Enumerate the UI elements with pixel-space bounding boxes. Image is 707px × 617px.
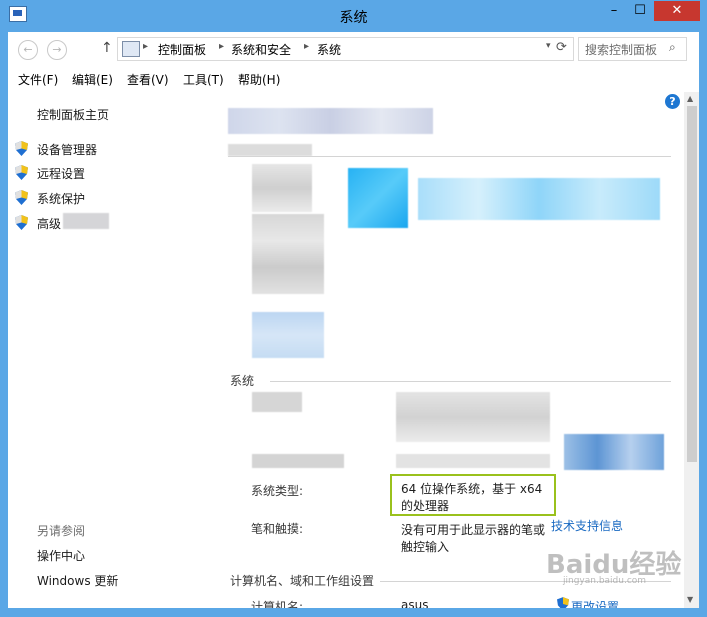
help-icon[interactable]: ? [665, 94, 680, 109]
close-button[interactable]: ✕ [654, 1, 700, 21]
redacted-block [252, 214, 324, 294]
forward-button[interactable]: → [47, 40, 67, 60]
see-also-header: 另请参阅 [37, 524, 86, 538]
search-input[interactable]: 搜索控制面板 ⌕ [578, 37, 687, 61]
redacted-block [252, 392, 302, 412]
menu-bar: 文件(F) 编辑(E) 查看(V) 工具(T) 帮助(H) [8, 66, 699, 93]
scroll-up-arrow[interactable]: ▲ [687, 94, 693, 103]
menu-edit[interactable]: 编辑(E) [72, 71, 113, 88]
windows-logo-redacted [348, 168, 408, 228]
content-area: ? 控制面板主页 设备管理器 远程设置 系统保护 高级 另请参阅 操作中心 Wi… [8, 92, 699, 608]
control-panel-home-link[interactable]: 控制面板主页 [37, 106, 109, 123]
crumb-separator: ▸ [304, 41, 310, 52]
sidebar-item-remote-settings[interactable]: 远程设置 [37, 165, 85, 182]
redacted-block [396, 454, 550, 468]
sidebar-item-advanced[interactable]: 高级 [37, 215, 61, 232]
sidebar-item-device-manager[interactable]: 设备管理器 [37, 141, 97, 158]
system-window: 系统 – ☐ ✕ ← → ↑ ▸ 控制面板 ▸ 系统和安全 ▸ 系统 ▾ ⟳ 搜… [0, 0, 707, 617]
shield-icon [15, 165, 28, 180]
divider [270, 381, 671, 382]
address-field[interactable]: ▸ 控制面板 ▸ 系统和安全 ▸ 系统 ▾ ⟳ [117, 37, 574, 61]
pen-touch-value-line2: 触控输入 [401, 540, 450, 554]
maximize-button[interactable]: ☐ [627, 1, 653, 21]
redacted-block [63, 213, 109, 229]
search-icon[interactable]: ⌕ [669, 40, 676, 55]
change-settings-link[interactable]: 更改设置 [571, 598, 619, 608]
menu-tools[interactable]: 工具(T) [183, 71, 224, 88]
computer-name-label: 计算机名: [251, 600, 304, 608]
up-button[interactable]: ↑ [101, 40, 113, 56]
refresh-button[interactable]: ⟳ [556, 40, 567, 55]
vertical-scrollbar[interactable]: ▲ ▼ [684, 92, 699, 608]
system-section-title: 系统 [230, 374, 255, 388]
redacted-block [252, 312, 324, 358]
breadcrumb-system[interactable]: 系统 [317, 41, 341, 58]
windows-brand-redacted [418, 178, 660, 220]
computer-name-value: asus [401, 598, 429, 608]
shield-icon [557, 597, 569, 608]
shield-icon [15, 141, 28, 156]
redacted-block [252, 164, 312, 212]
shield-icon [15, 190, 28, 205]
redacted-block [396, 392, 550, 442]
control-panel-icon [122, 41, 140, 57]
redacted-block [252, 454, 344, 468]
highlight-box [390, 474, 556, 516]
search-placeholder: 搜索控制面板 [585, 43, 658, 57]
breadcrumb-system-security[interactable]: 系统和安全 [231, 41, 291, 58]
divider [228, 156, 671, 157]
baidu-watermark-url: jingyan.baidu.com [563, 576, 647, 586]
sidebar-link-windows-update[interactable]: Windows 更新 [37, 572, 118, 589]
menu-file[interactable]: 文件(F) [18, 71, 58, 88]
breadcrumb-control-panel[interactable]: 控制面板 [158, 41, 206, 58]
sidebar-link-action-center[interactable]: 操作中心 [37, 547, 85, 564]
minimize-button[interactable]: – [601, 1, 627, 21]
shield-icon [15, 215, 28, 230]
menu-help[interactable]: 帮助(H) [238, 71, 280, 88]
address-dropdown-button[interactable]: ▾ [546, 41, 551, 51]
redacted-block [564, 434, 664, 470]
tech-support-link[interactable]: 技术支持信息 [551, 517, 623, 534]
system-type-label: 系统类型: [251, 484, 304, 498]
pen-touch-label: 笔和触摸: [251, 522, 304, 536]
address-bar: ← → ↑ ▸ 控制面板 ▸ 系统和安全 ▸ 系统 ▾ ⟳ 搜索控制面板 ⌕ [8, 32, 699, 66]
scroll-thumb[interactable] [687, 106, 697, 462]
crumb-separator: ▸ [143, 41, 149, 52]
pen-touch-value-line1: 没有可用于此显示器的笔或 [401, 523, 546, 537]
back-button[interactable]: ← [18, 40, 38, 60]
sidebar-item-system-protection[interactable]: 系统保护 [37, 190, 85, 207]
redacted-heading [228, 108, 433, 134]
menu-view[interactable]: 查看(V) [127, 71, 169, 88]
scroll-down-arrow[interactable]: ▼ [687, 595, 693, 604]
redacted-block [228, 144, 312, 156]
title-bar: 系统 – ☐ ✕ [0, 0, 707, 32]
crumb-separator: ▸ [219, 41, 225, 52]
computer-section-title: 计算机名、域和工作组设置 [230, 574, 375, 588]
